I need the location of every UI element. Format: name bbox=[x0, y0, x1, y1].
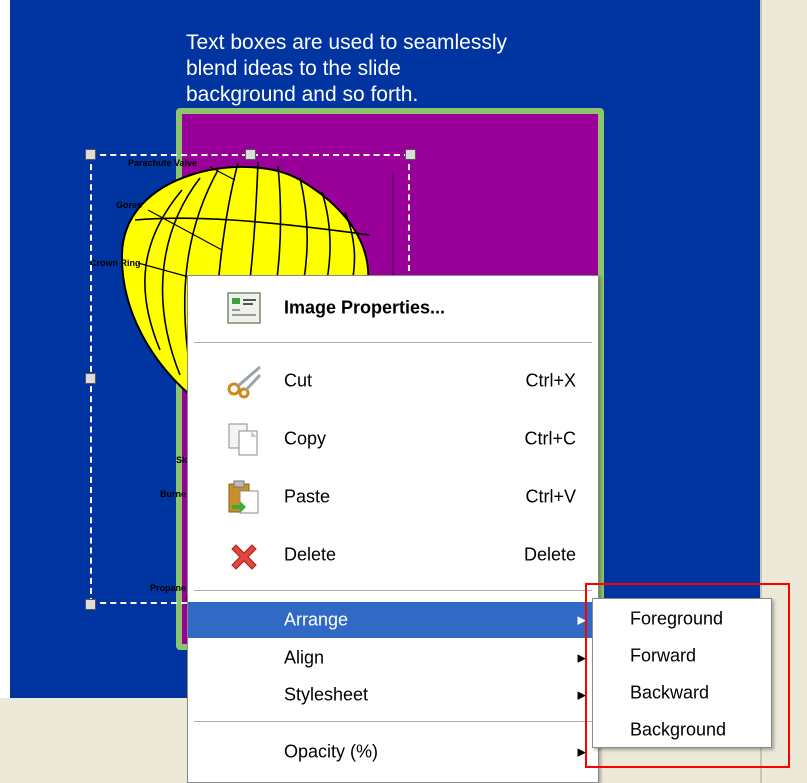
menu-shortcut: Ctrl+C bbox=[524, 428, 576, 449]
resize-handle-top[interactable] bbox=[245, 149, 256, 160]
red-highlight-box bbox=[585, 583, 790, 768]
menu-item-image-properties[interactable]: Image Properties... bbox=[188, 282, 598, 334]
menu-separator bbox=[194, 342, 592, 343]
copy-icon bbox=[228, 423, 258, 456]
paste-icon bbox=[228, 480, 259, 514]
menu-item-align[interactable]: Align ▶ bbox=[188, 640, 598, 676]
menu-item-arrange[interactable]: Arrange ▶ bbox=[188, 602, 598, 638]
resize-handle-top-left[interactable] bbox=[85, 149, 96, 160]
menu-separator bbox=[194, 721, 592, 722]
image-properties-icon bbox=[227, 292, 261, 324]
menu-item-paste[interactable]: Paste Ctrl+V bbox=[188, 474, 598, 520]
menu-item-copy[interactable]: Copy Ctrl+C bbox=[188, 416, 598, 462]
resize-handle-left[interactable] bbox=[85, 373, 96, 384]
scissors-icon bbox=[227, 365, 262, 399]
menu-label: Delete bbox=[284, 544, 337, 565]
menu-label: Copy bbox=[284, 428, 327, 449]
menu-shortcut: Delete bbox=[523, 544, 576, 565]
menu-shortcut: Ctrl+V bbox=[525, 486, 576, 507]
menu-label: Stylesheet bbox=[284, 684, 369, 705]
menu-shortcut: Ctrl+X bbox=[525, 370, 576, 391]
menu-item-cut[interactable]: Cut Ctrl+X bbox=[188, 358, 598, 404]
menu-label: Align bbox=[284, 647, 325, 668]
menu-label: Arrange bbox=[284, 609, 349, 630]
menu-item-opacity[interactable]: Opacity (%) ▶ bbox=[188, 734, 598, 770]
menu-label: Opacity (%) bbox=[284, 741, 379, 762]
delete-icon bbox=[231, 544, 257, 570]
context-menu: Image Properties... Cut Ctrl+X Copy Ctrl… bbox=[187, 275, 599, 783]
menu-label: Cut bbox=[284, 370, 313, 391]
menu-separator bbox=[194, 590, 592, 591]
menu-label: Image Properties... bbox=[284, 297, 446, 318]
menu-item-stylesheet[interactable]: Stylesheet ▶ bbox=[188, 677, 598, 713]
menu-label: Paste bbox=[284, 486, 331, 507]
menu-item-delete[interactable]: Delete Delete bbox=[188, 532, 598, 578]
resize-handle-bottom-left[interactable] bbox=[85, 599, 96, 610]
resize-handle-top-right[interactable] bbox=[405, 149, 416, 160]
